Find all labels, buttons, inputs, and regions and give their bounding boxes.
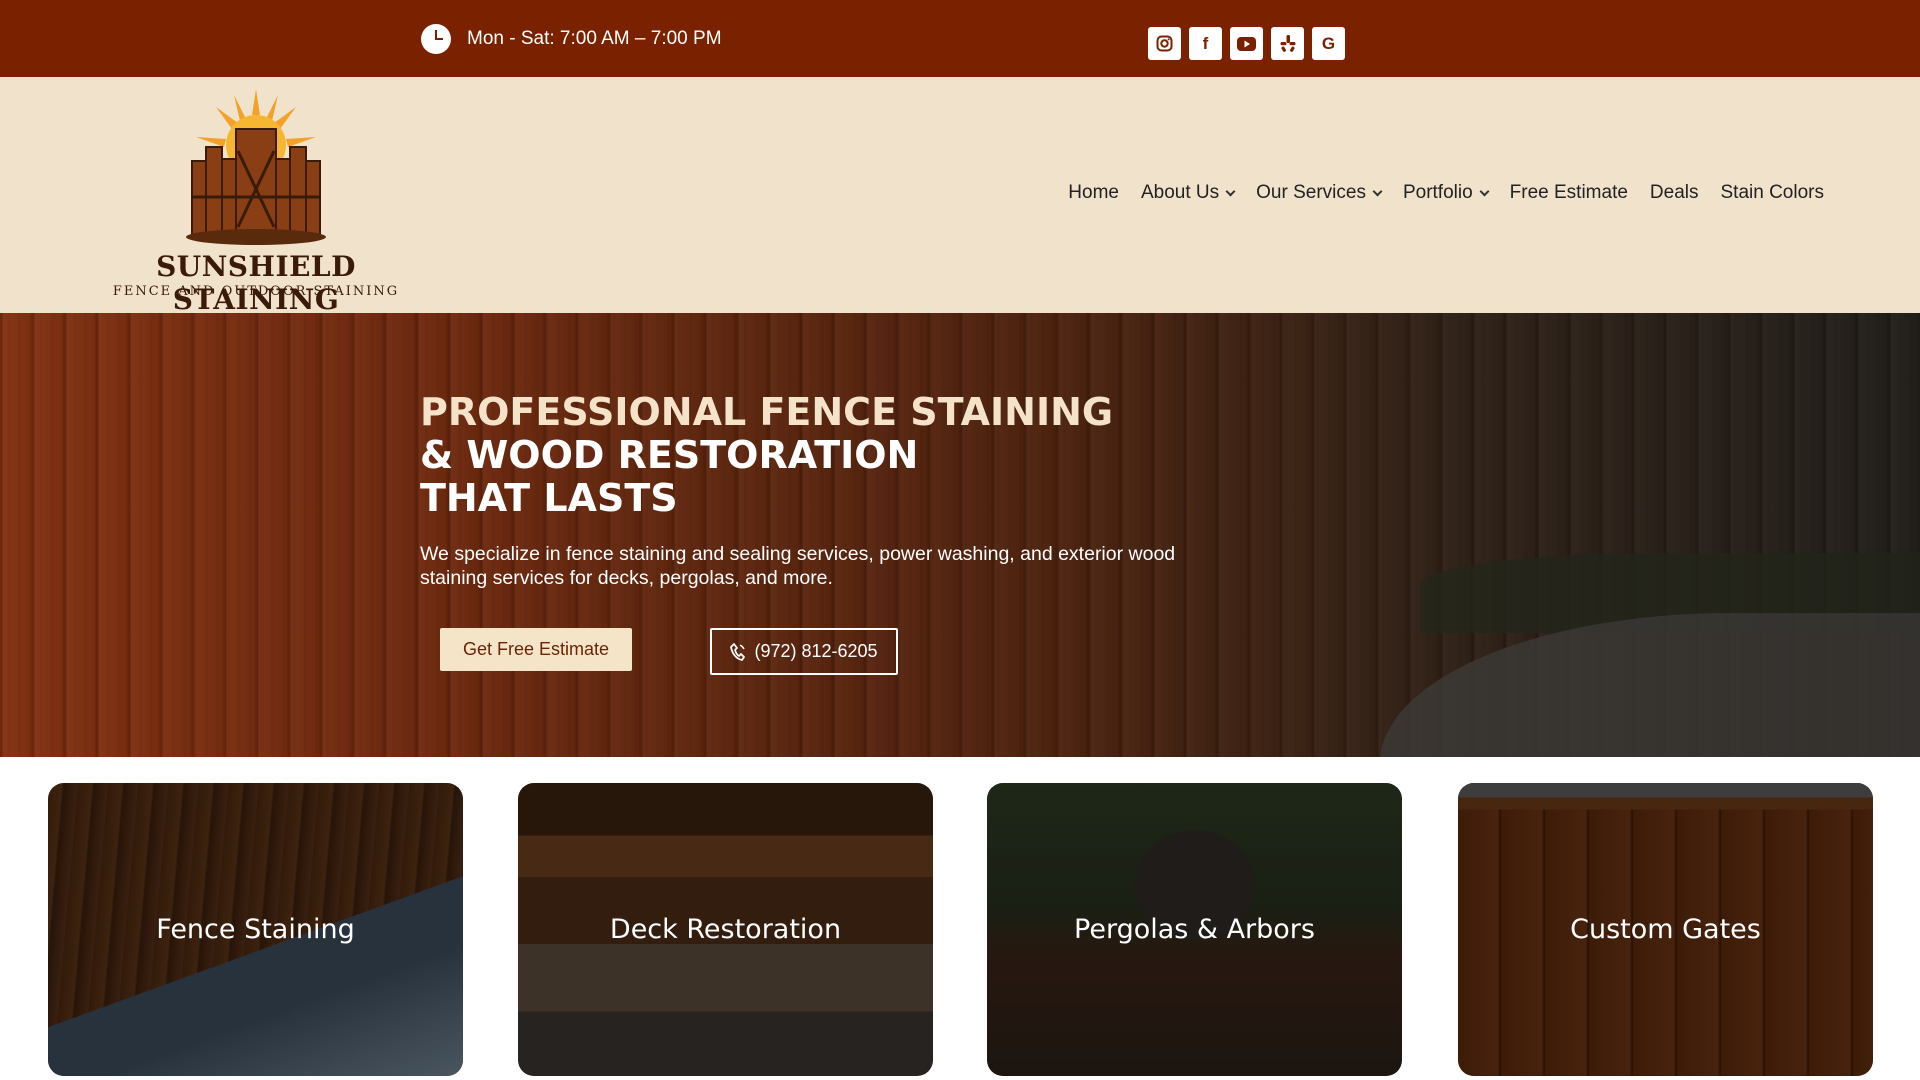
- service-card-custom-gates[interactable]: Custom Gates: [1458, 783, 1873, 1076]
- service-card-label: Deck Restoration: [609, 914, 842, 945]
- nav-home[interactable]: Home: [1068, 182, 1119, 204]
- google-icon[interactable]: G: [1312, 27, 1345, 60]
- chevron-down-icon: [1372, 186, 1383, 196]
- hero-title-line-3: THAT LASTS: [420, 476, 678, 520]
- chevron-down-icon: [1225, 186, 1236, 196]
- logo-tagline: FENCE AND OUTDOOR STAINING: [112, 284, 400, 299]
- hero-title: PROFESSIONAL FENCE STAINING & WOOD RESTO…: [420, 391, 1113, 520]
- chevron-down-icon: [1479, 186, 1490, 196]
- phone-button[interactable]: (972) 812-6205: [710, 628, 898, 675]
- yelp-icon[interactable]: [1271, 27, 1304, 60]
- service-card-label: Pergolas & Arbors: [1074, 914, 1315, 945]
- service-card-label: Custom Gates: [1570, 914, 1761, 945]
- nav-about-us[interactable]: About Us: [1140, 182, 1236, 204]
- service-card-pergolas-arbors[interactable]: Pergolas & Arbors: [987, 783, 1402, 1076]
- site-logo[interactable]: SUNSHIELD STAINING FENCE AND OUTDOOR STA…: [96, 87, 416, 316]
- nav-estimate-label: Free Estimate: [1509, 182, 1628, 203]
- nav-services-label: Our Services: [1256, 182, 1366, 203]
- logo-name: SUNSHIELD STAINING: [156, 250, 356, 316]
- nav-stain-colors-label: Stain Colors: [1720, 182, 1825, 203]
- hero-shade: [0, 313, 1920, 757]
- services-section: Fence Staining Deck Restoration Pergolas…: [0, 757, 1920, 1080]
- nav-about-label: About Us: [1140, 182, 1220, 203]
- facebook-icon[interactable]: f: [1189, 27, 1222, 60]
- phone-icon: [730, 642, 746, 661]
- nav-home-label: Home: [1068, 182, 1119, 203]
- instagram-icon[interactable]: [1148, 27, 1181, 60]
- hero-title-line-1: PROFESSIONAL FENCE STAINING: [420, 390, 1114, 434]
- youtube-icon[interactable]: [1230, 27, 1263, 60]
- clock-icon: [421, 24, 451, 54]
- nav-deals-label: Deals: [1649, 182, 1699, 203]
- hero-subtitle: We specialize in fence staining and seal…: [420, 543, 1176, 589]
- hours-text: Mon - Sat: 7:00 AM – 7:00 PM: [467, 28, 722, 49]
- nav-deals[interactable]: Deals: [1650, 182, 1699, 204]
- phone-number: (972) 812-6205: [754, 641, 878, 661]
- social-links: f G: [1148, 27, 1345, 60]
- service-card-deck-restoration[interactable]: Deck Restoration: [518, 783, 933, 1076]
- nav-our-services[interactable]: Our Services: [1256, 182, 1383, 204]
- nav-portfolio-label: Portfolio: [1402, 182, 1473, 203]
- get-free-estimate-button[interactable]: Get Free Estimate: [440, 628, 632, 671]
- main-nav: Home About Us Our Services Portfolio Fre…: [1068, 182, 1824, 204]
- site-header: SUNSHIELD STAINING FENCE AND OUTDOOR STA…: [0, 77, 1920, 316]
- nav-free-estimate[interactable]: Free Estimate: [1510, 182, 1628, 204]
- service-card-fence-staining[interactable]: Fence Staining: [48, 783, 463, 1076]
- hero-section: PROFESSIONAL FENCE STAINING & WOOD RESTO…: [0, 313, 1920, 757]
- nav-portfolio[interactable]: Portfolio: [1402, 182, 1490, 204]
- nav-stain-colors[interactable]: Stain Colors: [1721, 182, 1825, 204]
- hero-title-line-2: & WOOD RESTORATION: [420, 433, 919, 477]
- service-card-label: Fence Staining: [156, 914, 355, 945]
- fence-sun-logo-icon: [186, 89, 326, 245]
- business-hours: Mon - Sat: 7:00 AM – 7:00 PM: [421, 22, 722, 56]
- top-bar: Mon - Sat: 7:00 AM – 7:00 PM f G: [0, 0, 1920, 77]
